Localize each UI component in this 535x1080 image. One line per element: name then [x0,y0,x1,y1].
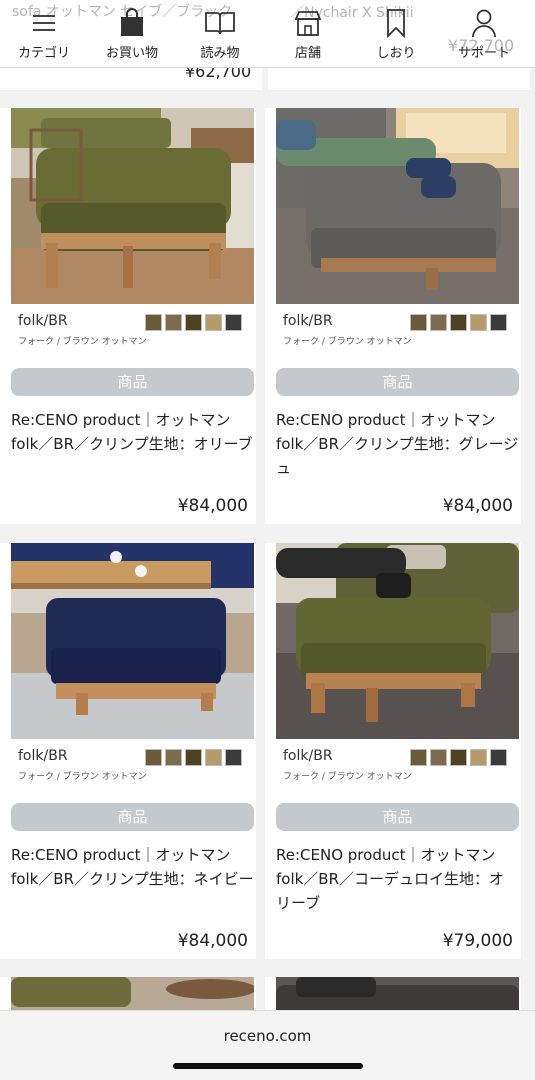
color-swatches [410,749,507,766]
nav-bookmark[interactable]: しおり [356,6,436,61]
nav-shopping[interactable]: お買い物 [92,6,172,61]
color-swatches [145,314,242,331]
product-tag-button[interactable]: 商品 [276,368,519,396]
store-icon [268,6,348,40]
color-swatch[interactable] [470,314,487,331]
bookmark-icon [356,6,436,40]
prev-card-right[interactable] [268,68,530,90]
product-card[interactable]: folk/BR フォーク / ブラウン オットマン 商品 Re:CENO pro… [265,108,521,524]
color-swatch[interactable] [470,749,487,766]
color-swatch[interactable] [185,749,202,766]
nav-support[interactable]: サポート [444,6,524,61]
product-card[interactable]: folk/BR フォーク / ブラウン オットマン 商品 Re:CENO pro… [265,543,521,959]
prev-card-left[interactable]: ¥62,700 [0,62,262,90]
product-subtitle: フォーク / ブラウン オットマン [283,337,412,347]
product-model: folk/BR [283,313,333,329]
product-price: ¥84,000 [177,496,248,516]
product-tag-button[interactable]: 商品 [11,803,254,831]
product-card[interactable]: folk/BR フォーク / ブラウン オットマン 商品 Re:CENO pro… [0,108,256,524]
color-swatch[interactable] [450,314,467,331]
nav-store[interactable]: 店舗 [268,6,348,61]
top-nav: sofa オットマン セイブ／ブラック ／Nychair X Shikii ¥7… [0,0,535,68]
product-subtitle: フォーク / ブラウン オットマン [283,772,412,782]
product-model: folk/BR [18,748,68,764]
color-swatch[interactable] [490,749,507,766]
product-title[interactable]: Re:CENO product｜オットマン folk／BR／コーデュロイ生地：オ… [276,843,519,915]
nav-category[interactable]: カテゴリ [4,6,84,61]
nav-category-label: カテゴリ [17,46,70,61]
product-photo[interactable] [276,543,519,739]
color-swatch[interactable] [165,314,182,331]
product-model: folk/BR [18,313,68,329]
nav-shopping-label: お買い物 [105,46,158,61]
url-bar[interactable]: receno.com [0,1027,535,1045]
nav-bookmark-label: しおり [376,46,416,61]
product-subtitle: フォーク / ブラウン オットマン [18,772,147,782]
color-swatch[interactable] [145,749,162,766]
color-swatch[interactable] [165,749,182,766]
product-title[interactable]: Re:CENO product｜オットマン folk／BR／クリンプ生地：オリー… [11,408,254,456]
color-swatches [145,749,242,766]
browser-bottom-bar: receno.com [0,1010,535,1080]
color-swatch[interactable] [185,314,202,331]
color-swatch[interactable] [450,749,467,766]
nav-reading-label: 読み物 [200,46,240,61]
color-swatch[interactable] [225,314,242,331]
color-swatch[interactable] [145,314,162,331]
product-card[interactable]: folk/BR フォーク / ブラウン オットマン 商品 Re:CENO pro… [0,543,256,959]
product-tag-button[interactable]: 商品 [276,803,519,831]
product-subtitle: フォーク / ブラウン オットマン [18,337,147,347]
product-price: ¥84,000 [177,931,248,951]
product-title[interactable]: Re:CENO product｜オットマン folk／BR／クリンプ生地：グレー… [276,408,519,480]
nav-reading[interactable]: 読み物 [180,6,260,61]
color-swatch[interactable] [225,749,242,766]
product-tag-button[interactable]: 商品 [11,368,254,396]
nav-store-label: 店舗 [294,46,321,61]
color-swatch[interactable] [410,314,427,331]
menu-icon [4,6,84,40]
product-photo[interactable] [11,108,254,304]
color-swatch[interactable] [430,314,447,331]
product-price: ¥79,000 [442,931,513,951]
color-swatch[interactable] [205,314,222,331]
book-icon [180,6,260,40]
product-price: ¥84,000 [442,496,513,516]
home-indicator[interactable] [173,1063,363,1069]
color-swatches [410,314,507,331]
product-model: folk/BR [283,748,333,764]
color-swatch[interactable] [410,749,427,766]
color-swatch[interactable] [430,749,447,766]
nav-support-label: サポート [457,46,510,61]
product-title[interactable]: Re:CENO product｜オットマン folk／BR／クリンプ生地：ネイビ… [11,843,254,891]
shopping-bag-icon [92,6,172,40]
product-photo[interactable] [276,108,519,304]
color-swatch[interactable] [490,314,507,331]
color-swatch[interactable] [205,749,222,766]
product-photo[interactable] [11,543,254,739]
user-icon [444,6,524,40]
